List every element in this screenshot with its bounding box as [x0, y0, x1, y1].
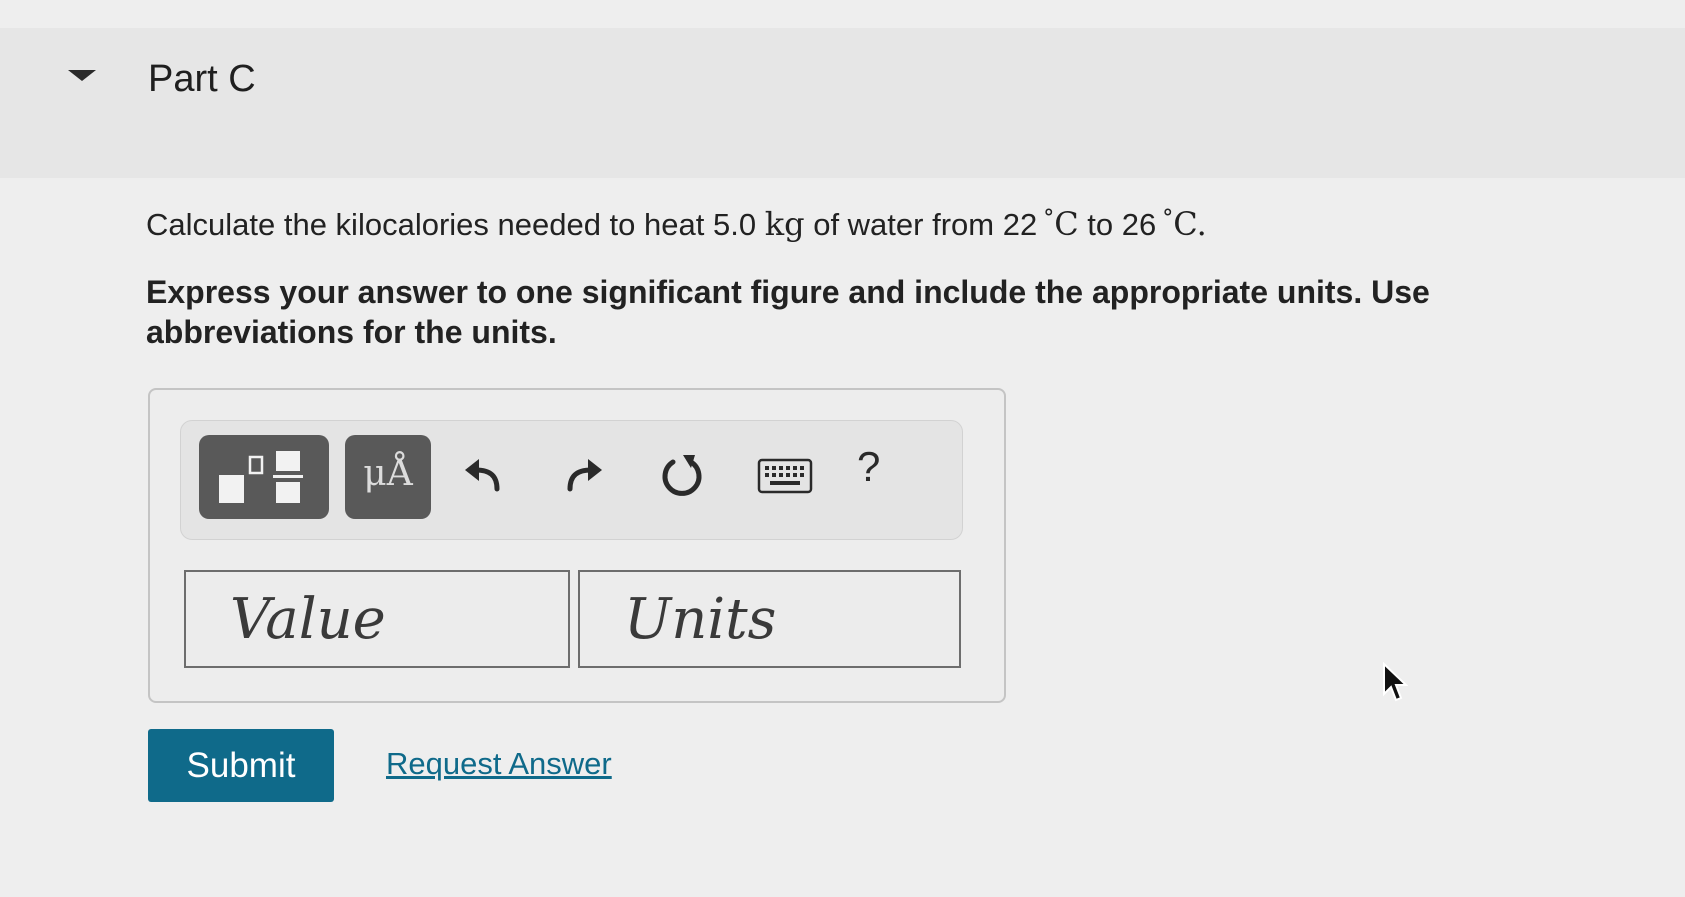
keyboard-icon[interactable] — [757, 458, 813, 494]
question-suffix: . — [1196, 205, 1207, 243]
math-toolbar: μÅ ? — [180, 420, 963, 540]
temp-unit-start: C — [1054, 205, 1079, 243]
degree-symbol: ° — [1043, 206, 1055, 231]
value-input[interactable] — [184, 570, 570, 668]
submit-button[interactable]: Submit — [148, 729, 334, 802]
part-header — [0, 28, 1685, 178]
part-title: Part C — [148, 58, 256, 100]
units-input[interactable] — [578, 570, 961, 668]
mouse-cursor-icon — [1383, 662, 1408, 702]
mass-unit: kg — [764, 205, 805, 243]
degree-symbol: ° — [1162, 206, 1174, 231]
units-label: μÅ — [363, 453, 413, 494]
undo-icon[interactable] — [459, 451, 509, 501]
templates-button[interactable] — [199, 435, 329, 519]
question-prefix: Calculate the kilocalories needed to hea… — [146, 207, 757, 242]
answer-instructions: Express your answer to one significant f… — [146, 274, 1430, 350]
reset-icon[interactable] — [657, 451, 707, 501]
answer-panel: μÅ ? — [148, 388, 1006, 703]
question-text: Calculate the kilocalories needed to hea… — [146, 205, 1207, 243]
templates-icon — [219, 451, 303, 503]
question-middle: of water from 22 — [813, 207, 1038, 242]
temp-unit-end: C — [1173, 205, 1197, 243]
units-button[interactable]: μÅ — [345, 435, 431, 519]
request-answer-link[interactable]: Request Answer — [386, 746, 612, 782]
collapse-triangle-icon[interactable] — [68, 70, 96, 81]
question-to: to 26 — [1087, 207, 1157, 242]
redo-icon[interactable] — [558, 451, 608, 501]
help-icon[interactable]: ? — [857, 443, 880, 491]
